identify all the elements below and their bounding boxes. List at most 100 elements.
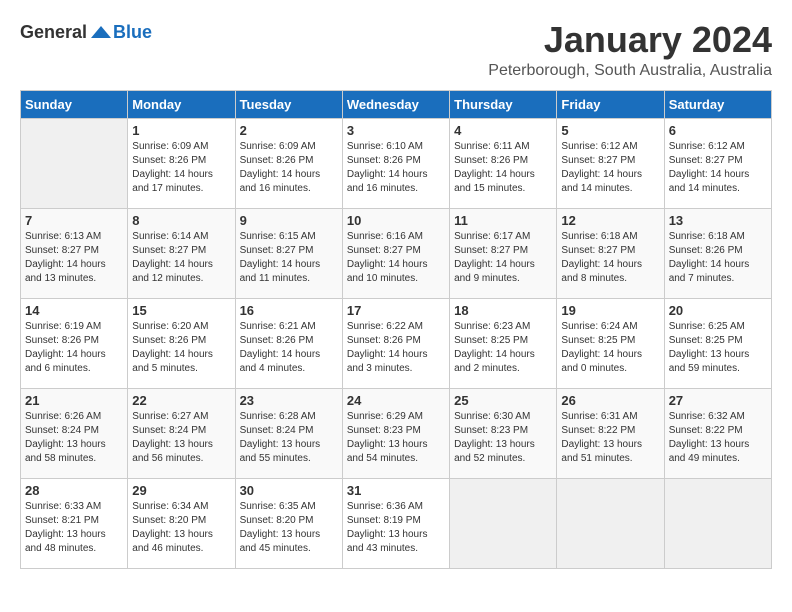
day-info: Sunrise: 6:12 AM Sunset: 8:27 PM Dayligh… <box>561 140 659 196</box>
calendar-cell <box>450 478 557 568</box>
day-info: Sunrise: 6:27 AM Sunset: 8:24 PM Dayligh… <box>132 410 230 466</box>
day-info: Sunrise: 6:22 AM Sunset: 8:26 PM Dayligh… <box>347 320 445 376</box>
day-info: Sunrise: 6:32 AM Sunset: 8:22 PM Dayligh… <box>669 410 767 466</box>
day-info: Sunrise: 6:09 AM Sunset: 8:26 PM Dayligh… <box>132 140 230 196</box>
day-info: Sunrise: 6:18 AM Sunset: 8:26 PM Dayligh… <box>669 230 767 286</box>
day-number: 6 <box>669 123 767 138</box>
weekday-header-row: SundayMondayTuesdayWednesdayThursdayFrid… <box>21 90 772 118</box>
week-row-1: 1 Sunrise: 6:09 AM Sunset: 8:26 PM Daylig… <box>21 118 772 208</box>
calendar-cell: 31 Sunrise: 6:36 AM Sunset: 8:19 PM Dayli… <box>342 478 449 568</box>
day-number: 23 <box>240 393 338 408</box>
day-info: Sunrise: 6:36 AM Sunset: 8:19 PM Dayligh… <box>347 500 445 556</box>
weekday-header-sunday: Sunday <box>21 90 128 118</box>
calendar-cell: 12 Sunrise: 6:18 AM Sunset: 8:27 PM Dayli… <box>557 208 664 298</box>
day-number: 21 <box>25 393 123 408</box>
day-info: Sunrise: 6:30 AM Sunset: 8:23 PM Dayligh… <box>454 410 552 466</box>
day-number: 18 <box>454 303 552 318</box>
day-number: 29 <box>132 483 230 498</box>
day-number: 11 <box>454 213 552 228</box>
logo-general: General <box>20 22 87 43</box>
calendar-cell: 25 Sunrise: 6:30 AM Sunset: 8:23 PM Dayli… <box>450 388 557 478</box>
location-title: Peterborough, South Australia, Australia <box>488 62 772 80</box>
weekday-header-wednesday: Wednesday <box>342 90 449 118</box>
calendar-cell: 4 Sunrise: 6:11 AM Sunset: 8:26 PM Daylig… <box>450 118 557 208</box>
day-number: 28 <box>25 483 123 498</box>
calendar-cell: 6 Sunrise: 6:12 AM Sunset: 8:27 PM Daylig… <box>664 118 771 208</box>
day-info: Sunrise: 6:23 AM Sunset: 8:25 PM Dayligh… <box>454 320 552 376</box>
day-number: 5 <box>561 123 659 138</box>
logo: General Blue <box>20 20 152 44</box>
month-title: January 2024 <box>488 20 772 60</box>
calendar-cell <box>664 478 771 568</box>
calendar-cell: 17 Sunrise: 6:22 AM Sunset: 8:26 PM Dayli… <box>342 298 449 388</box>
calendar-cell: 5 Sunrise: 6:12 AM Sunset: 8:27 PM Daylig… <box>557 118 664 208</box>
day-number: 3 <box>347 123 445 138</box>
weekday-header-tuesday: Tuesday <box>235 90 342 118</box>
calendar-cell: 18 Sunrise: 6:23 AM Sunset: 8:25 PM Dayli… <box>450 298 557 388</box>
day-info: Sunrise: 6:12 AM Sunset: 8:27 PM Dayligh… <box>669 140 767 196</box>
day-info: Sunrise: 6:17 AM Sunset: 8:27 PM Dayligh… <box>454 230 552 286</box>
calendar-cell: 19 Sunrise: 6:24 AM Sunset: 8:25 PM Dayli… <box>557 298 664 388</box>
day-number: 17 <box>347 303 445 318</box>
day-info: Sunrise: 6:18 AM Sunset: 8:27 PM Dayligh… <box>561 230 659 286</box>
calendar-cell: 21 Sunrise: 6:26 AM Sunset: 8:24 PM Dayli… <box>21 388 128 478</box>
day-number: 19 <box>561 303 659 318</box>
day-number: 9 <box>240 213 338 228</box>
calendar-cell: 8Sunrise: 6:14 AM Sunset: 8:27 PM Daylig… <box>128 208 235 298</box>
day-info: Sunrise: 6:33 AM Sunset: 8:21 PM Dayligh… <box>25 500 123 556</box>
day-info: Sunrise: 6:29 AM Sunset: 8:23 PM Dayligh… <box>347 410 445 466</box>
week-row-5: 28 Sunrise: 6:33 AM Sunset: 8:21 PM Dayli… <box>21 478 772 568</box>
calendar-cell: 28 Sunrise: 6:33 AM Sunset: 8:21 PM Dayli… <box>21 478 128 568</box>
logo-blue: Blue <box>113 22 152 43</box>
week-row-2: 7Sunrise: 6:13 AM Sunset: 8:27 PM Daylig… <box>21 208 772 298</box>
day-number: 12 <box>561 213 659 228</box>
calendar-cell: 11 Sunrise: 6:17 AM Sunset: 8:27 PM Dayli… <box>450 208 557 298</box>
day-info: Sunrise: 6:24 AM Sunset: 8:25 PM Dayligh… <box>561 320 659 376</box>
day-info: Sunrise: 6:16 AM Sunset: 8:27 PM Dayligh… <box>347 230 445 286</box>
day-info: Sunrise: 6:31 AM Sunset: 8:22 PM Dayligh… <box>561 410 659 466</box>
calendar-cell: 9 Sunrise: 6:15 AM Sunset: 8:27 PM Daylig… <box>235 208 342 298</box>
day-info: Sunrise: 6:26 AM Sunset: 8:24 PM Dayligh… <box>25 410 123 466</box>
page-header: General Blue January 2024 Peterborough, … <box>20 20 772 80</box>
day-info: Sunrise: 6:15 AM Sunset: 8:27 PM Dayligh… <box>240 230 338 286</box>
day-number: 4 <box>454 123 552 138</box>
calendar-table: SundayMondayTuesdayWednesdayThursdayFrid… <box>20 90 772 569</box>
day-number: 20 <box>669 303 767 318</box>
day-info: Sunrise: 6:35 AM Sunset: 8:20 PM Dayligh… <box>240 500 338 556</box>
calendar-cell: 10Sunrise: 6:16 AM Sunset: 8:27 PM Dayli… <box>342 208 449 298</box>
calendar-cell: 24Sunrise: 6:29 AM Sunset: 8:23 PM Dayli… <box>342 388 449 478</box>
day-info: Sunrise: 6:20 AM Sunset: 8:26 PM Dayligh… <box>132 320 230 376</box>
day-info: Sunrise: 6:25 AM Sunset: 8:25 PM Dayligh… <box>669 320 767 376</box>
week-row-3: 14Sunrise: 6:19 AM Sunset: 8:26 PM Dayli… <box>21 298 772 388</box>
calendar-cell: 14Sunrise: 6:19 AM Sunset: 8:26 PM Dayli… <box>21 298 128 388</box>
day-number: 2 <box>240 123 338 138</box>
day-number: 8 <box>132 213 230 228</box>
day-number: 1 <box>132 123 230 138</box>
calendar-cell: 2 Sunrise: 6:09 AM Sunset: 8:26 PM Daylig… <box>235 118 342 208</box>
weekday-header-monday: Monday <box>128 90 235 118</box>
title-block: January 2024 Peterborough, South Austral… <box>488 20 772 80</box>
day-info: Sunrise: 6:11 AM Sunset: 8:26 PM Dayligh… <box>454 140 552 196</box>
calendar-cell: 16 Sunrise: 6:21 AM Sunset: 8:26 PM Dayli… <box>235 298 342 388</box>
calendar-cell <box>21 118 128 208</box>
day-number: 25 <box>454 393 552 408</box>
day-number: 7 <box>25 213 123 228</box>
weekday-header-saturday: Saturday <box>664 90 771 118</box>
calendar-cell: 23Sunrise: 6:28 AM Sunset: 8:24 PM Dayli… <box>235 388 342 478</box>
day-number: 14 <box>25 303 123 318</box>
week-row-4: 21 Sunrise: 6:26 AM Sunset: 8:24 PM Dayli… <box>21 388 772 478</box>
day-info: Sunrise: 6:09 AM Sunset: 8:26 PM Dayligh… <box>240 140 338 196</box>
day-number: 31 <box>347 483 445 498</box>
day-number: 27 <box>669 393 767 408</box>
weekday-header-friday: Friday <box>557 90 664 118</box>
calendar-cell: 27 Sunrise: 6:32 AM Sunset: 8:22 PM Dayli… <box>664 388 771 478</box>
day-number: 30 <box>240 483 338 498</box>
day-number: 16 <box>240 303 338 318</box>
day-info: Sunrise: 6:10 AM Sunset: 8:26 PM Dayligh… <box>347 140 445 196</box>
day-number: 13 <box>669 213 767 228</box>
day-number: 26 <box>561 393 659 408</box>
calendar-cell: 3 Sunrise: 6:10 AM Sunset: 8:26 PM Daylig… <box>342 118 449 208</box>
calendar-cell: 26 Sunrise: 6:31 AM Sunset: 8:22 PM Dayli… <box>557 388 664 478</box>
day-info: Sunrise: 6:21 AM Sunset: 8:26 PM Dayligh… <box>240 320 338 376</box>
calendar-cell: 1 Sunrise: 6:09 AM Sunset: 8:26 PM Daylig… <box>128 118 235 208</box>
